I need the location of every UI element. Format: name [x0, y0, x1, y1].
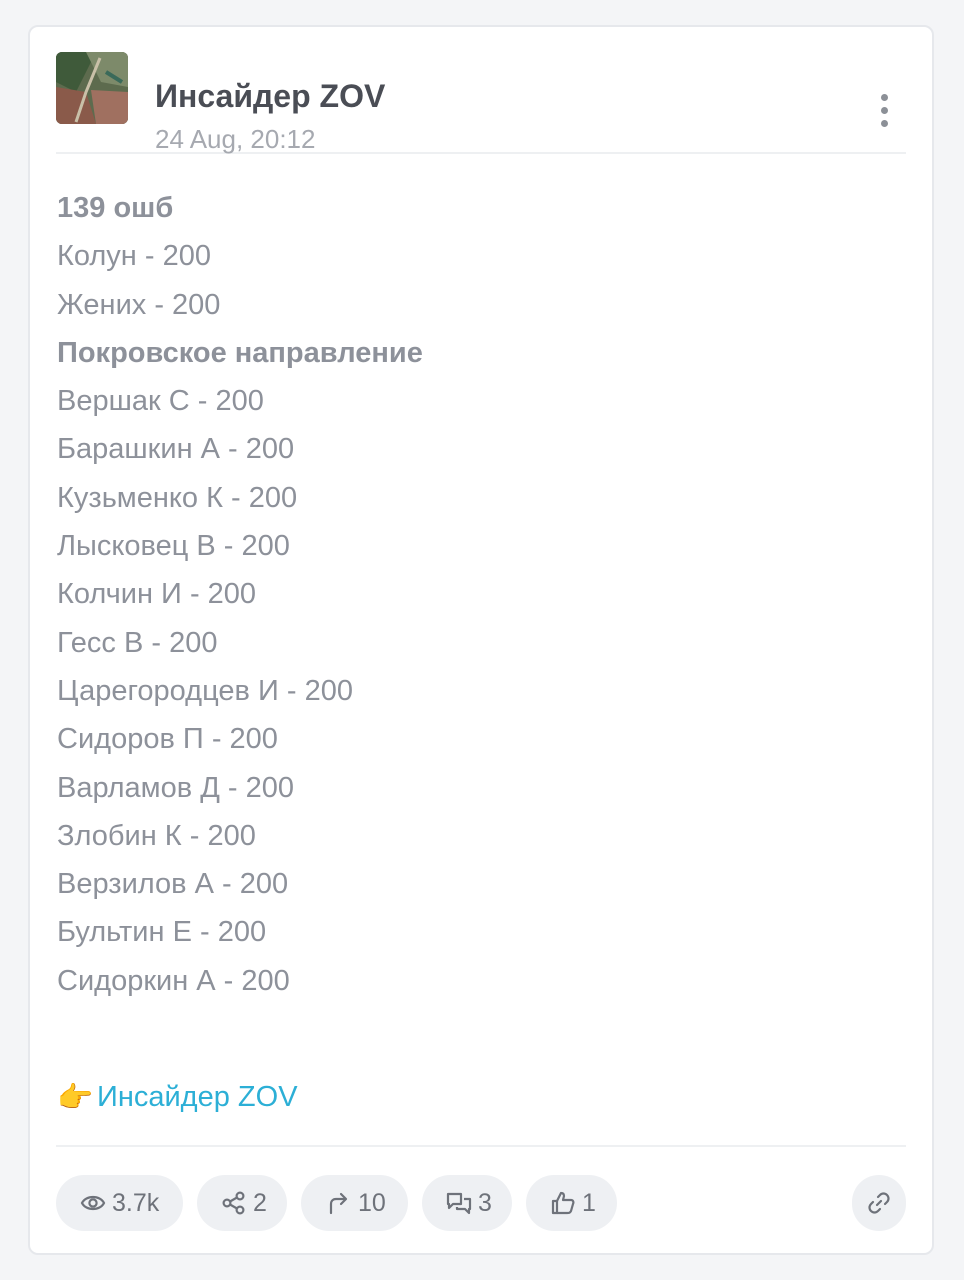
- comments-count: 3: [478, 1189, 492, 1217]
- post-text-line: Царегородцев И - 200: [57, 674, 353, 707]
- post-text-line: Барашкин А - 200: [57, 433, 295, 466]
- views-count: 3.7k: [112, 1189, 160, 1217]
- footer-divider: [56, 1145, 906, 1147]
- forward-arrow-icon: [329, 1192, 348, 1215]
- post-card: Инсайдер ZOV 24 Aug, 20:12 139 ошб Колун …: [28, 25, 934, 1255]
- post-text-line: Кузьменко К - 200: [57, 481, 298, 514]
- likes-counter[interactable]: 1: [526, 1175, 617, 1231]
- post-text-line: Вершак С - 200: [57, 385, 264, 418]
- copy-link-button[interactable]: [852, 1175, 906, 1231]
- share-icon: [222, 1191, 245, 1215]
- forwards-counter[interactable]: 10: [301, 1175, 408, 1231]
- more-vertical-icon[interactable]: [874, 94, 894, 134]
- shares-count: 2: [253, 1189, 267, 1217]
- post-body: 139 ошб Колун - 200 Жених - 200 Покровское …: [57, 184, 906, 1005]
- signature-channel-link[interactable]: Инсайдер ZOV: [97, 1081, 298, 1113]
- post-timestamp: 24 Aug, 20:12: [155, 124, 316, 154]
- post-text-line: Варламов Д - 200: [57, 771, 294, 804]
- thumbs-up-icon: [551, 1191, 575, 1215]
- post-text-line: Злобин К - 200: [57, 819, 256, 852]
- post-text-line: Колун - 200: [57, 240, 211, 273]
- post-text-line: Сидоркин А - 200: [57, 964, 290, 997]
- views-counter[interactable]: 3.7k: [56, 1175, 183, 1231]
- post-text-line: Лысковец В - 200: [57, 530, 290, 563]
- channel-avatar[interactable]: [56, 52, 128, 124]
- post-text-line: Верзилов А - 200: [57, 868, 289, 901]
- post-heading-line: Покровское направление: [57, 336, 423, 369]
- post-header: Инсайдер ZOV 24 Aug, 20:12: [56, 52, 906, 154]
- likes-count: 1: [582, 1189, 596, 1217]
- channel-name[interactable]: Инсайдер ZOV: [155, 78, 385, 114]
- comments-icon: [446, 1192, 472, 1215]
- forwards-count: 10: [358, 1189, 386, 1217]
- post-text-line: Сидоров П - 200: [57, 723, 278, 756]
- post-text-line: Колчин И - 200: [57, 578, 257, 611]
- link-icon: [868, 1192, 890, 1214]
- comments-counter[interactable]: 3: [422, 1175, 512, 1231]
- post-text-line: Жених - 200: [57, 288, 221, 321]
- shares-counter[interactable]: 2: [197, 1175, 287, 1231]
- post-signature: 👉 Инсайдер ZOV: [57, 1073, 298, 1122]
- post-text-line: Гесс В - 200: [57, 626, 218, 659]
- eye-icon: [80, 1195, 106, 1211]
- post-text-line: Бультин Е - 200: [57, 916, 267, 949]
- pointing-hand-icon: 👉: [57, 1082, 94, 1115]
- post-heading-line: 139 ошб: [57, 192, 174, 224]
